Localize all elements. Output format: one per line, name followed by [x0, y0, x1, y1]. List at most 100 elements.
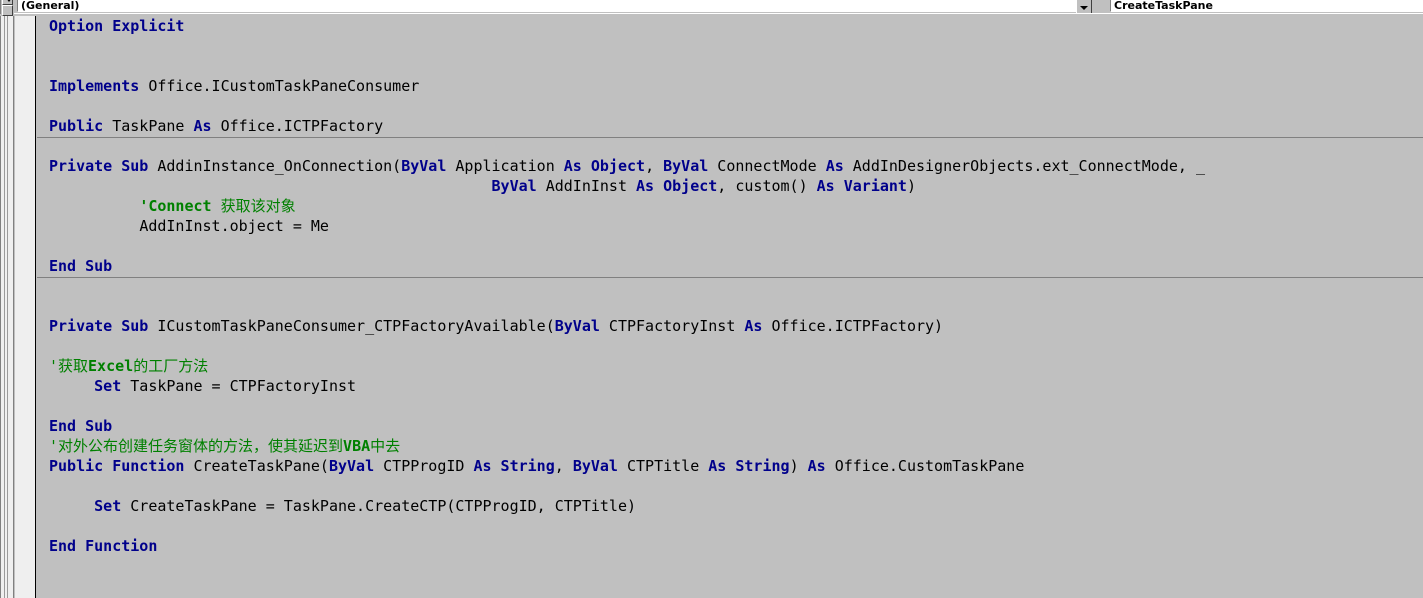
object-dropdown-value: (General)	[21, 0, 80, 12]
code-line[interactable]: Set CreateTaskPane = TaskPane.CreateCTP(…	[37, 496, 1205, 516]
code-line[interactable]: ByVal AddInInst As Object, custom() As V…	[37, 176, 1205, 196]
code-text: )	[789, 457, 808, 475]
code-line[interactable]	[37, 476, 1205, 496]
code-keyword: As	[193, 117, 212, 135]
code-line[interactable]: End Sub	[37, 416, 1205, 436]
code-line[interactable]: AddInInst.object = Me	[37, 216, 1205, 236]
code-text: AddinInstance_OnConnection(	[148, 157, 402, 175]
code-text: ICustomTaskPaneConsumer_CTPFactoryAvaila…	[148, 317, 555, 335]
code-line[interactable]: '对外公布创建任务窗体的方法，使其延迟到VBA中去	[37, 436, 1205, 456]
code-keyword: ByVal	[572, 457, 618, 475]
code-editor: Option Explicit Implements Office.ICusto…	[0, 16, 1423, 598]
code-line[interactable]	[37, 56, 1205, 76]
code-line[interactable]	[37, 236, 1205, 256]
code-keyword: End Sub	[49, 417, 113, 435]
code-text: ConnectMode	[708, 157, 826, 175]
code-line[interactable]: '获取Excel的工厂方法	[37, 356, 1205, 376]
code-keyword: ByVal	[401, 157, 447, 175]
chevron-down-icon	[6, 0, 12, 2]
code-line[interactable]: End Function	[37, 536, 1205, 556]
full-module-view-icon[interactable]	[2, 5, 13, 16]
vertical-scrollbar[interactable]	[0, 16, 14, 598]
code-text: , custom()	[717, 177, 817, 195]
code-keyword: Implements	[49, 77, 140, 95]
code-comment: 的工厂方法	[133, 357, 209, 375]
code-text: CTPTitle	[617, 457, 709, 475]
code-line[interactable]	[37, 396, 1205, 416]
code-keyword: End Function	[49, 537, 158, 555]
view-toggle-buttons	[0, 0, 14, 16]
procedure-separator-line	[37, 137, 1423, 138]
code-line[interactable]	[37, 96, 1205, 116]
code-keyword: ByVal	[554, 317, 600, 335]
object-dropdown-arrow[interactable]	[1076, 0, 1092, 14]
code-comment: 获取该对象	[211, 197, 296, 215]
code-text: AddInDesignerObjects.ext_ConnectMode, _	[843, 157, 1205, 175]
code-line[interactable]	[37, 36, 1205, 56]
code-text: CreateTaskPane = TaskPane.CreateCTP(CTPP…	[121, 497, 637, 515]
code-text: AddInInst.object = Me	[139, 217, 329, 235]
code-line[interactable]: Private Sub AddinInstance_OnConnection(B…	[37, 156, 1205, 176]
code-keyword: As String	[473, 457, 555, 475]
code-comment: VBA	[343, 437, 371, 455]
code-line[interactable]	[37, 296, 1205, 316]
procedure-dropdown-value: CreateTaskPane	[1114, 0, 1213, 12]
code-line[interactable]: Private Sub ICustomTaskPaneConsumer_CTPF…	[37, 316, 1205, 336]
code-text: TaskPane	[103, 117, 194, 135]
code-keyword: As Object	[563, 157, 646, 175]
code-keyword: As	[825, 157, 844, 175]
code-line[interactable]: Option Explicit	[37, 16, 1205, 36]
code-text: CreateTaskPane(	[184, 457, 329, 475]
code-keyword: Public	[49, 117, 104, 135]
code-lines: Option Explicit Implements Office.ICusto…	[37, 16, 1205, 556]
code-line[interactable]: Public Function CreateTaskPane(ByVal CTP…	[37, 456, 1205, 476]
code-comment: '获取	[49, 357, 89, 375]
code-keyword: ByVal	[663, 157, 709, 175]
code-keyword: As	[807, 457, 826, 475]
code-keyword: Public Function	[49, 457, 185, 475]
code-text: AddInInst	[536, 177, 637, 195]
code-line[interactable]	[37, 516, 1205, 536]
code-text: CTPFactoryInst	[599, 317, 745, 335]
code-keyword: ByVal	[328, 457, 375, 475]
code-window-header: (General) CreateTaskPane	[0, 0, 1423, 16]
code-line[interactable]: End Sub	[37, 256, 1205, 276]
code-comment: Excel	[88, 357, 134, 375]
code-keyword: Set	[94, 497, 122, 515]
code-keyword: Option Explicit	[49, 17, 185, 35]
code-text: TaskPane = CTPFactoryInst	[121, 377, 357, 395]
code-text-area[interactable]: Option Explicit Implements Office.ICusto…	[37, 16, 1423, 598]
code-text: Application	[446, 157, 564, 175]
code-text: Office.ICustomTaskPaneConsumer	[139, 77, 420, 95]
code-keyword: ByVal	[491, 177, 537, 195]
code-keyword: End Sub	[49, 257, 113, 275]
code-text: ,	[645, 157, 664, 175]
code-line[interactable]: Implements Office.ICustomTaskPaneConsume…	[37, 76, 1205, 96]
code-keyword: Set	[94, 377, 122, 395]
procedure-separator-line	[37, 277, 1423, 278]
code-text: Office.ICTPFactory	[211, 117, 384, 135]
code-line[interactable]	[37, 336, 1205, 356]
code-keyword: As Variant	[816, 177, 907, 195]
code-text: Office.ICTPFactory)	[762, 317, 944, 335]
code-text: )	[906, 177, 916, 195]
code-comment: 'Connect	[139, 197, 212, 215]
code-text: Office.CustomTaskPane	[825, 457, 1025, 475]
code-line[interactable]: Set TaskPane = CTPFactoryInst	[37, 376, 1205, 396]
code-comment: '对外公布创建任务窗体的方法，使其延迟到	[49, 437, 344, 455]
code-line[interactable]	[37, 136, 1205, 156]
code-line[interactable]: 'Connect 获取该对象	[37, 196, 1205, 216]
code-line[interactable]	[37, 276, 1205, 296]
code-line[interactable]: Public TaskPane As Office.ICTPFactory	[37, 116, 1205, 136]
code-keyword: As	[744, 317, 763, 335]
vertical-scrollbar-thumb[interactable]	[4, 16, 8, 598]
code-keyword: Private Sub	[49, 317, 149, 335]
object-dropdown[interactable]: (General)	[17, 0, 1077, 12]
procedure-dropdown[interactable]: CreateTaskPane	[1110, 0, 1423, 12]
editor-margin-indicator-bar[interactable]	[15, 16, 36, 598]
code-comment: 中去	[370, 437, 401, 455]
code-keyword: Private Sub	[49, 157, 149, 175]
code-keyword: As Object	[636, 177, 718, 195]
code-keyword: As String	[708, 457, 790, 475]
code-text: CTPProgID	[374, 457, 474, 475]
